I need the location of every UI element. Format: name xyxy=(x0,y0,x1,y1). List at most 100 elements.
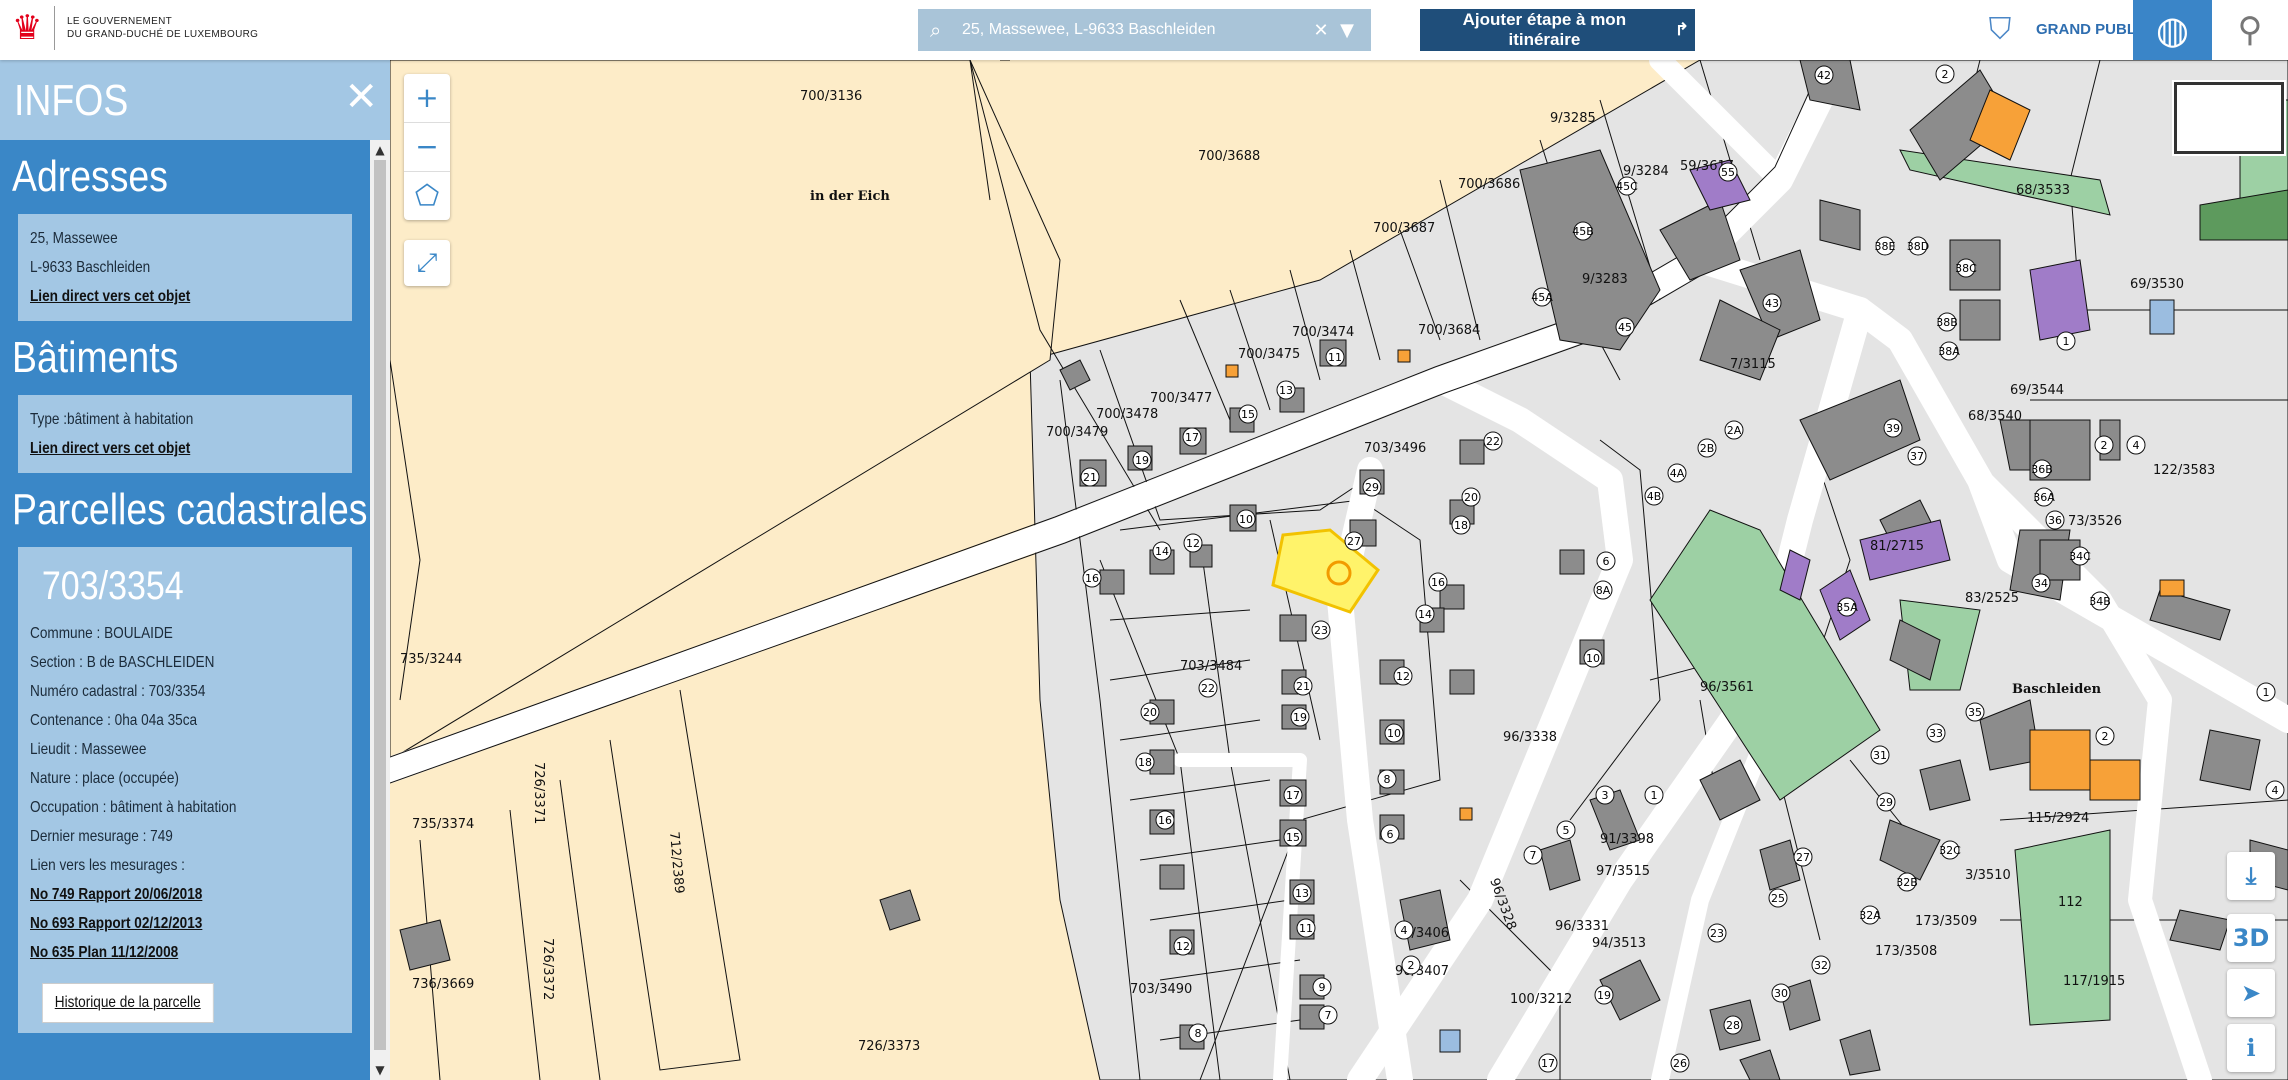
svg-text:21: 21 xyxy=(1083,471,1097,484)
address-direct-link[interactable]: Lien direct vers cet objet xyxy=(30,288,190,305)
svg-text:14: 14 xyxy=(1155,545,1169,558)
map-canvas[interactable]: in der Eich Baschleiden 700/3136 700/368… xyxy=(390,60,2288,1080)
mesurage-link-749[interactable]: No 749 Rapport 20/06/2018 xyxy=(30,886,202,903)
add-itinerary-label: Ajouter étape à mon itinéraire xyxy=(1462,10,1627,49)
label-68-3540: 68/3540 xyxy=(1968,409,2022,424)
svg-text:42: 42 xyxy=(1817,69,1831,82)
label-726-3373: 726/3373 xyxy=(858,1039,920,1054)
parcel-card: 703/3354 Commune : BOULAIDE Section : B … xyxy=(18,547,352,1033)
svg-text:22: 22 xyxy=(1486,435,1500,448)
label-712-2389: 712/2389 xyxy=(666,831,686,894)
download-icon[interactable]: ⤓ xyxy=(2227,852,2275,900)
parcel-section: Section : B de BASCHLEIDEN xyxy=(30,654,215,671)
svg-text:34C: 34C xyxy=(2069,550,2091,563)
svg-text:35: 35 xyxy=(1968,706,1982,719)
svg-text:3: 3 xyxy=(1602,789,1609,802)
scroll-down-icon[interactable]: ▼ xyxy=(370,1060,390,1080)
panel-title: INFOS xyxy=(14,76,129,125)
svg-text:10: 10 xyxy=(1586,652,1600,665)
svg-text:30: 30 xyxy=(1774,987,1788,1000)
parcel-numero: Numéro cadastral : 703/3354 xyxy=(30,683,206,700)
svg-text:38A: 38A xyxy=(1938,345,1960,358)
label-83-2525: 83/2525 xyxy=(1965,591,2019,606)
zoom-in-button[interactable]: + xyxy=(404,74,450,123)
label-703-3496: 703/3496 xyxy=(1364,441,1426,456)
filter-icon[interactable]: ▼ xyxy=(1334,20,1360,41)
svg-text:4: 4 xyxy=(1401,924,1408,937)
svg-text:32B: 32B xyxy=(1896,876,1918,889)
3d-button[interactable]: 3D xyxy=(2227,914,2275,962)
svg-text:27: 27 xyxy=(1347,535,1361,548)
search-input[interactable] xyxy=(956,21,1308,39)
svg-text:18: 18 xyxy=(1138,756,1152,769)
address-line-1: 25, Massewee xyxy=(30,230,118,247)
parcel-commune: Commune : BOULAIDE xyxy=(30,625,173,642)
svg-text:32C: 32C xyxy=(1939,844,1961,857)
label-in-der-eich: in der Eich xyxy=(810,189,890,204)
svg-text:6: 6 xyxy=(1603,555,1610,568)
svg-text:27: 27 xyxy=(1796,851,1810,864)
historique-button[interactable]: Historique de la parcelle xyxy=(42,983,214,1023)
label-117-1915: 117/1915 xyxy=(2063,974,2125,989)
overview-minimap[interactable] xyxy=(2174,82,2284,154)
svg-text:11: 11 xyxy=(1299,922,1313,935)
svg-text:1: 1 xyxy=(1651,789,1658,802)
parcel-lieudit: Lieudit : Massewee xyxy=(30,741,147,758)
label-100-3212: 100/3212 xyxy=(1510,992,1572,1007)
info-panel: INFOS ✕ Adresses 25, Massewee L-9633 Bas… xyxy=(0,60,390,1080)
svg-text:32A: 32A xyxy=(1859,909,1881,922)
svg-text:2: 2 xyxy=(2102,730,2109,743)
label-700-3684: 700/3684 xyxy=(1418,323,1480,338)
svg-text:15: 15 xyxy=(1241,408,1255,421)
svg-text:8: 8 xyxy=(1195,1027,1202,1040)
svg-text:19: 19 xyxy=(1135,454,1149,467)
building-direct-link[interactable]: Lien direct vers cet objet xyxy=(30,440,190,457)
panel-scrollbar[interactable]: ▲ ▼ xyxy=(370,140,390,1080)
svg-text:15: 15 xyxy=(1286,831,1300,844)
svg-text:16: 16 xyxy=(1158,814,1172,827)
label-91-3398: 91/3398 xyxy=(1600,832,1654,847)
mesurage-link-693[interactable]: No 693 Rapport 02/12/2013 xyxy=(30,915,202,932)
svg-text:37: 37 xyxy=(1910,450,1924,463)
label-173-3509: 173/3509 xyxy=(1915,914,1977,929)
svg-text:38C: 38C xyxy=(1955,262,1977,275)
scroll-up-icon[interactable]: ▲ xyxy=(370,140,390,160)
arrow-redirect-icon: ↱ xyxy=(1674,20,1689,39)
label-736-3669: 736/3669 xyxy=(412,977,474,992)
luxembourg-extent-icon[interactable]: ⬠ xyxy=(404,172,450,220)
fullscreen-icon[interactable]: ⤢ xyxy=(404,240,450,286)
label-112: 112 xyxy=(2058,895,2083,910)
svg-text:45A: 45A xyxy=(1531,291,1553,304)
label-7-3115: 7/3115 xyxy=(1730,357,1776,372)
globe-icon[interactable]: ◍ xyxy=(2133,0,2212,60)
government-logo[interactable]: ♛ LE GOUVERNEMENT DU GRAND-DUCHÉ DE LUXE… xyxy=(12,6,258,50)
label-69-3530: 69/3530 xyxy=(2130,277,2184,292)
map-book-icon[interactable]: ⛉ xyxy=(1980,10,2020,50)
geolocate-icon[interactable]: ➤ xyxy=(2227,969,2275,1017)
cadastral-map[interactable]: in der Eich Baschleiden 700/3136 700/368… xyxy=(390,60,2288,1080)
svg-text:5: 5 xyxy=(1563,824,1570,837)
label-700-3136: 700/3136 xyxy=(800,89,862,104)
svg-text:22: 22 xyxy=(1201,682,1215,695)
close-icon[interactable]: ✕ xyxy=(344,72,378,122)
parcel-nature: Nature : place (occupée) xyxy=(30,770,179,787)
clear-icon[interactable]: ✕ xyxy=(1308,20,1334,41)
scroll-thumb[interactable] xyxy=(374,160,386,1050)
user-icon[interactable]: ⚲ xyxy=(2212,0,2288,60)
svg-text:45: 45 xyxy=(1618,321,1632,334)
label-703-3484: 703/3484 xyxy=(1180,659,1242,674)
svg-text:28: 28 xyxy=(1726,1019,1740,1032)
svg-text:12: 12 xyxy=(1396,670,1410,683)
svg-text:55: 55 xyxy=(1721,166,1735,179)
svg-text:34: 34 xyxy=(2034,577,2048,590)
search-icon: ⌕ xyxy=(930,18,942,42)
mesurage-link-635[interactable]: No 635 Plan 11/12/2008 xyxy=(30,944,178,961)
svg-text:20: 20 xyxy=(1464,491,1478,504)
top-bar: ♛ LE GOUVERNEMENT DU GRAND-DUCHÉ DE LUXE… xyxy=(0,0,2288,60)
svg-text:25: 25 xyxy=(1771,892,1785,905)
label-3-3510: 3/3510 xyxy=(1965,868,2011,883)
add-itinerary-button[interactable]: Ajouter étape à mon itinéraire ↱ xyxy=(1420,9,1695,51)
zoom-out-button[interactable]: − xyxy=(404,123,450,172)
search-bar[interactable]: ⌕ ✕ ▼ xyxy=(918,9,1371,51)
info-icon[interactable]: ℹ xyxy=(2227,1024,2275,1072)
